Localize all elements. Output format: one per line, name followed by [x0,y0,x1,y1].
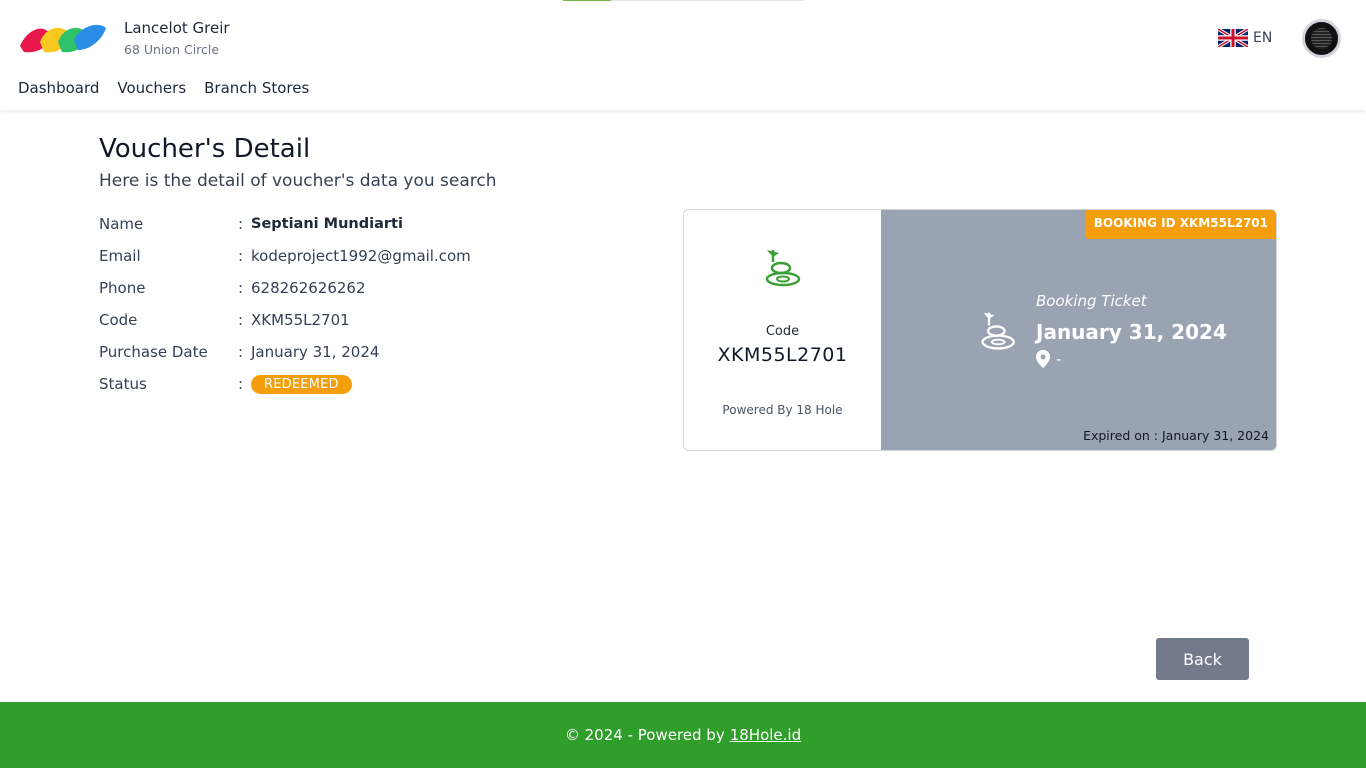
nav-item-dashboard[interactable]: Dashboard [18,79,99,97]
detail-row-code: Code : XKM55L2701 [99,310,350,330]
booking-id-badge: BOOKING ID XKM55L2701 [1084,210,1276,239]
organization-address: 68 Union Circle [124,42,220,57]
detail-row-email: Email : kodeproject1992@gmail.com [99,246,471,266]
loading-progress-bar [563,0,804,1]
nav-item-branch-stores[interactable]: Branch Stores [204,79,309,97]
ticket-location-value: - [1056,350,1062,368]
nav-item-vouchers[interactable]: Vouchers [117,79,186,97]
ticket-code-label: Code [765,324,800,339]
detail-value-phone: 628262626262 [251,279,366,297]
detail-value-email: kodeproject1992@gmail.com [251,247,471,265]
detail-label: Status [99,375,147,393]
main-nav: Dashboard Vouchers Branch Stores [18,79,309,97]
detail-value-code: XKM55L2701 [251,311,350,329]
language-selector[interactable]: EN [1218,29,1272,47]
user-avatar[interactable] [1302,19,1341,58]
ticket-expiry: Expired on : January 31, 2024 [1083,428,1269,443]
detail-colon: : [238,375,244,393]
detail-row-purchase-date: Purchase Date : January 31, 2024 [99,342,379,362]
page-title: Voucher's Detail [99,134,311,164]
voucher-ticket-card: Code XKM55L2701 Powered By 18 Hole BOOKI… [683,209,1277,451]
ticket-body: BOOKING ID XKM55L2701 Booking Ticket Jan… [881,210,1276,450]
detail-colon: : [238,247,244,265]
location-pin-icon [1036,350,1050,368]
detail-colon: : [238,343,244,361]
page-footer: © 2024 - Powered by 18Hole.id [0,702,1366,768]
detail-label: Name [99,215,144,233]
detail-label: Purchase Date [99,343,208,361]
ticket-code-value: XKM55L2701 [717,344,848,366]
ticket-location: - [1036,350,1061,368]
golf-hole-icon [765,250,801,287]
status-badge: REDEEMED [251,374,352,394]
golf-hole-icon [981,312,1015,350]
footer-link-18hole[interactable]: 18Hole.id [730,726,801,744]
company-logo[interactable] [18,20,106,58]
organization-name: Lancelot Greir [124,19,230,37]
ticket-date: January 31, 2024 [1036,320,1227,344]
detail-row-status: Status : REDEEMED [99,374,352,394]
detail-label: Code [99,311,138,329]
detail-colon: : [238,311,244,329]
language-code: EN [1253,30,1273,46]
ticket-stub: Code XKM55L2701 Powered By 18 Hole [684,210,881,450]
page-subtitle: Here is the detail of voucher's data you… [99,171,497,191]
ticket-type: Booking Ticket [1036,292,1147,310]
footer-text: © 2024 - Powered by [564,726,725,744]
ticket-powered-by: Powered By 18 Hole [722,403,843,417]
top-header: Lancelot Greir 68 Union Circle Dashboard… [0,0,1366,110]
detail-label: Phone [99,279,146,297]
detail-colon: : [238,279,244,297]
back-button[interactable]: Back [1156,638,1249,680]
detail-label: Email [99,247,141,265]
detail-value-name: Septiani Mundiarti [251,216,403,232]
detail-row-name: Name : Septiani Mundiarti [99,214,403,234]
detail-row-phone: Phone : 628262626262 [99,278,366,298]
detail-colon: : [238,215,244,233]
uk-flag-icon [1218,29,1248,47]
detail-value-purchase-date: January 31, 2024 [251,343,380,361]
